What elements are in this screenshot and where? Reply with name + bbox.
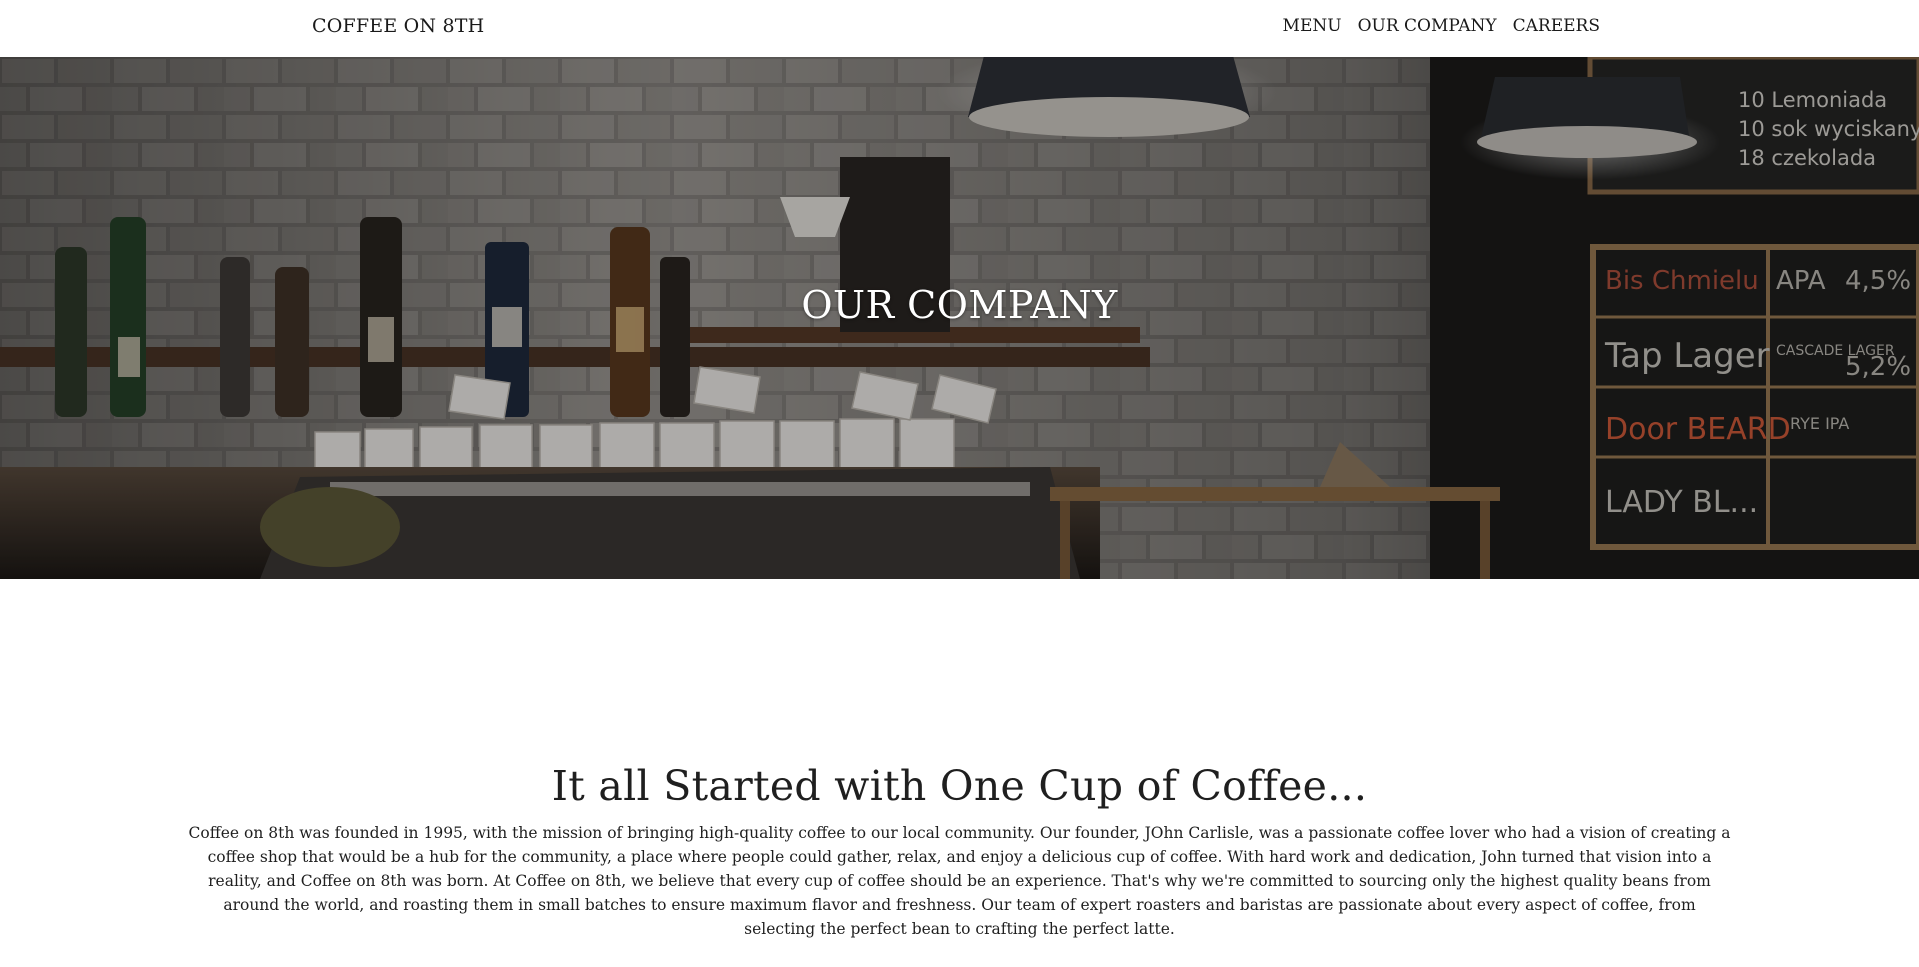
brand-logo-link[interactable]: COFFEE ON 8TH — [312, 15, 484, 37]
story-heading: It all Started with One Cup of Coffee... — [551, 762, 1368, 810]
navbar: COFFEE ON 8TH MENU OUR COMPANY CAREERS — [0, 0, 1919, 57]
story-section: It all Started with One Cup of Coffee...… — [0, 760, 1919, 941]
nav-link-careers[interactable]: CAREERS — [1513, 16, 1600, 36]
story-body-text: Coffee on 8th was founded in 1995, with … — [188, 824, 1731, 939]
nav-link-menu[interactable]: MENU — [1283, 16, 1342, 36]
nav-links: MENU OUR COMPANY CAREERS — [1283, 16, 1600, 36]
nav-link-our-company[interactable]: OUR COMPANY — [1358, 16, 1497, 36]
hero-banner: 10 Lemoniada 10 sok wyciskany 18 czekola… — [0, 57, 1919, 579]
hero-title: OUR COMPANY — [801, 283, 1118, 327]
